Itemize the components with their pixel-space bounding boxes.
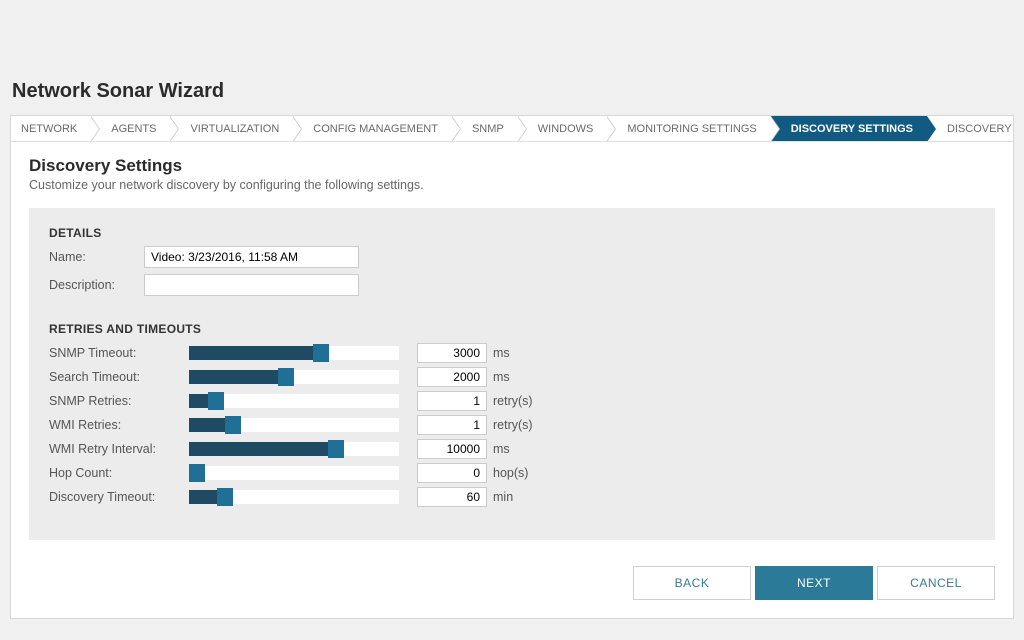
slider-label: WMI Retry Interval: (49, 442, 189, 456)
slider-label: WMI Retries: (49, 418, 189, 432)
slider-value-input[interactable] (417, 343, 487, 363)
breadcrumb: NETWORKAGENTSVIRTUALIZATIONCONFIG MANAGE… (11, 116, 1013, 142)
slider-fill (189, 346, 321, 360)
slider-thumb[interactable] (278, 368, 294, 386)
slider-track[interactable] (189, 394, 399, 408)
slider-value-input[interactable] (417, 415, 487, 435)
breadcrumb-step[interactable]: WINDOWS (518, 116, 608, 141)
slider-value-input[interactable] (417, 367, 487, 387)
slider-track[interactable] (189, 346, 399, 360)
section-title: Discovery Settings (29, 156, 995, 176)
slider-label: Discovery Timeout: (49, 490, 189, 504)
breadcrumb-step[interactable]: DISCOVERY SCHEDULING (927, 116, 1013, 141)
slider-row: SNMP Timeout: ms (49, 342, 975, 364)
description-input[interactable] (144, 274, 359, 296)
slider-label: SNMP Timeout: (49, 346, 189, 360)
slider-row: Discovery Timeout: min (49, 486, 975, 508)
slider-fill (189, 442, 336, 456)
slider-label: SNMP Retries: (49, 394, 189, 408)
section-subtitle: Customize your network discovery by conf… (29, 178, 995, 192)
slider-thumb[interactable] (217, 488, 233, 506)
slider-value-input[interactable] (417, 391, 487, 411)
slider-unit: retry(s) (493, 418, 533, 432)
slider-thumb[interactable] (225, 416, 241, 434)
cancel-button[interactable]: CANCEL (877, 566, 995, 600)
slider-value-input[interactable] (417, 439, 487, 459)
slider-row: Search Timeout: ms (49, 366, 975, 388)
slider-row: Hop Count: hop(s) (49, 462, 975, 484)
slider-track[interactable] (189, 442, 399, 456)
breadcrumb-step[interactable]: SNMP (452, 116, 518, 141)
breadcrumb-step[interactable]: CONFIG MANAGEMENT (293, 116, 452, 141)
slider-thumb[interactable] (208, 392, 224, 410)
slider-track[interactable] (189, 490, 399, 504)
details-heading: DETAILS (49, 226, 975, 240)
page-title: Network Sonar Wizard (12, 80, 1014, 103)
name-input[interactable] (144, 246, 359, 268)
slider-label: Search Timeout: (49, 370, 189, 384)
name-label: Name: (49, 250, 144, 264)
breadcrumb-step[interactable]: MONITORING SETTINGS (607, 116, 770, 141)
description-label: Description: (49, 278, 144, 292)
back-button[interactable]: BACK (633, 566, 751, 600)
breadcrumb-step[interactable]: VIRTUALIZATION (170, 116, 293, 141)
slider-thumb[interactable] (328, 440, 344, 458)
wizard-container: NETWORKAGENTSVIRTUALIZATIONCONFIG MANAGE… (10, 115, 1014, 619)
slider-unit: ms (493, 370, 510, 384)
slider-unit: hop(s) (493, 466, 528, 480)
slider-fill (189, 370, 286, 384)
retries-heading: RETRIES AND TIMEOUTS (49, 322, 975, 336)
breadcrumb-step[interactable]: DISCOVERY SETTINGS (771, 116, 927, 141)
breadcrumb-step[interactable]: NETWORK (11, 116, 91, 141)
next-button[interactable]: NEXT (755, 566, 873, 600)
slider-row: WMI Retries: retry(s) (49, 414, 975, 436)
slider-thumb[interactable] (189, 464, 205, 482)
slider-value-input[interactable] (417, 463, 487, 483)
slider-track[interactable] (189, 418, 399, 432)
slider-unit: ms (493, 442, 510, 456)
slider-row: SNMP Retries: retry(s) (49, 390, 975, 412)
slider-unit: retry(s) (493, 394, 533, 408)
slider-unit: min (493, 490, 513, 504)
slider-row: WMI Retry Interval: ms (49, 438, 975, 460)
wizard-footer: BACK NEXT CANCEL (11, 550, 1013, 618)
settings-panel: DETAILS Name: Description: RETRIES AND T… (29, 208, 995, 540)
slider-value-input[interactable] (417, 487, 487, 507)
slider-label: Hop Count: (49, 466, 189, 480)
slider-track[interactable] (189, 370, 399, 384)
slider-unit: ms (493, 346, 510, 360)
slider-thumb[interactable] (313, 344, 329, 362)
slider-track[interactable] (189, 466, 399, 480)
breadcrumb-step[interactable]: AGENTS (91, 116, 170, 141)
